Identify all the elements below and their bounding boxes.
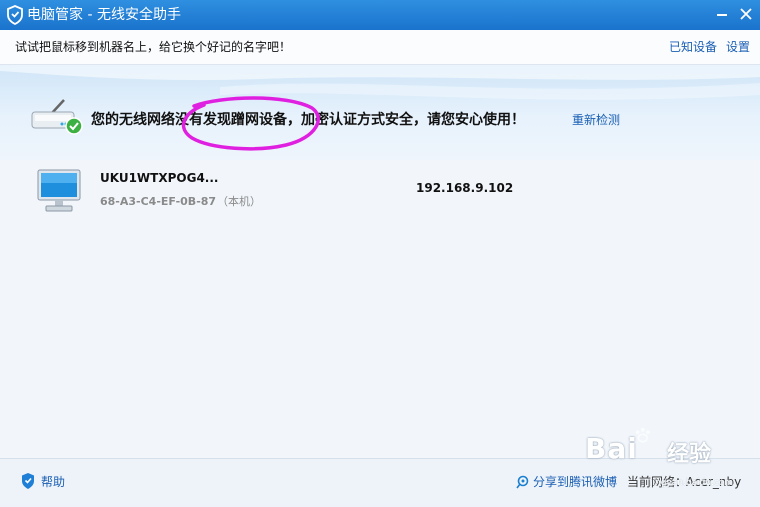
rename-hint: 试试把鼠标移到机器名上，给它换个好记的名字吧！ xyxy=(15,40,292,54)
help-link[interactable]: 帮助 xyxy=(41,474,65,490)
wifi-router-safe-icon xyxy=(31,99,83,135)
device-ip-address: 192.168.9.102 xyxy=(416,181,514,195)
share-to-weibo-link[interactable]: 分享到腾讯微博 xyxy=(533,474,617,490)
device-mac-address: 68-A3-C4-EF-0B-87 xyxy=(100,195,217,208)
help-shield-icon xyxy=(22,473,34,489)
known-devices-link[interactable]: 已知设备 xyxy=(669,39,717,55)
window-title: 电脑管家 - 无线安全助手 xyxy=(27,7,181,23)
baidu-watermark-url: jingyan.baidu.com xyxy=(650,478,734,488)
settings-link[interactable]: 设置 xyxy=(726,39,750,55)
minimize-icon[interactable] xyxy=(712,4,732,24)
desktop-computer-icon xyxy=(37,169,81,212)
device-name[interactable]: UKU1WTXPOG4... xyxy=(100,170,218,186)
close-icon[interactable] xyxy=(736,4,756,24)
recheck-link[interactable]: 重新检测 xyxy=(572,112,620,128)
status-banner: 您的无线网络没有发现蹭网设备，加密认证方式安全，请您安心使用！ 重新检测 xyxy=(0,65,760,160)
baidu-watermark-jingyan: 经验 xyxy=(667,442,712,467)
baidu-watermark-text: Bai xyxy=(585,432,638,465)
title-bar: 电脑管家 - 无线安全助手 xyxy=(0,0,760,30)
toolbar: 试试把鼠标移到机器名上，给它换个好记的名字吧！ 已知设备 设置 xyxy=(0,30,760,65)
footer-bar: 帮助 分享到腾讯微博 当前网络： Acer_nby xyxy=(0,458,760,507)
annotation-ellipse xyxy=(181,96,320,151)
this-computer-tag: （本机） xyxy=(217,195,261,208)
device-row[interactable]: UKU1WTXPOG4... 68-A3-C4-EF-0B-87 （本机） 19… xyxy=(0,160,760,220)
qq-pcmgr-shield-icon xyxy=(7,5,23,25)
wireless-assistant-window: 电脑管家 - 无线安全助手 试试把鼠标移到机器名上，给它换个好记的名字吧！ 已知… xyxy=(0,0,760,507)
tencent-weibo-icon xyxy=(516,475,529,489)
